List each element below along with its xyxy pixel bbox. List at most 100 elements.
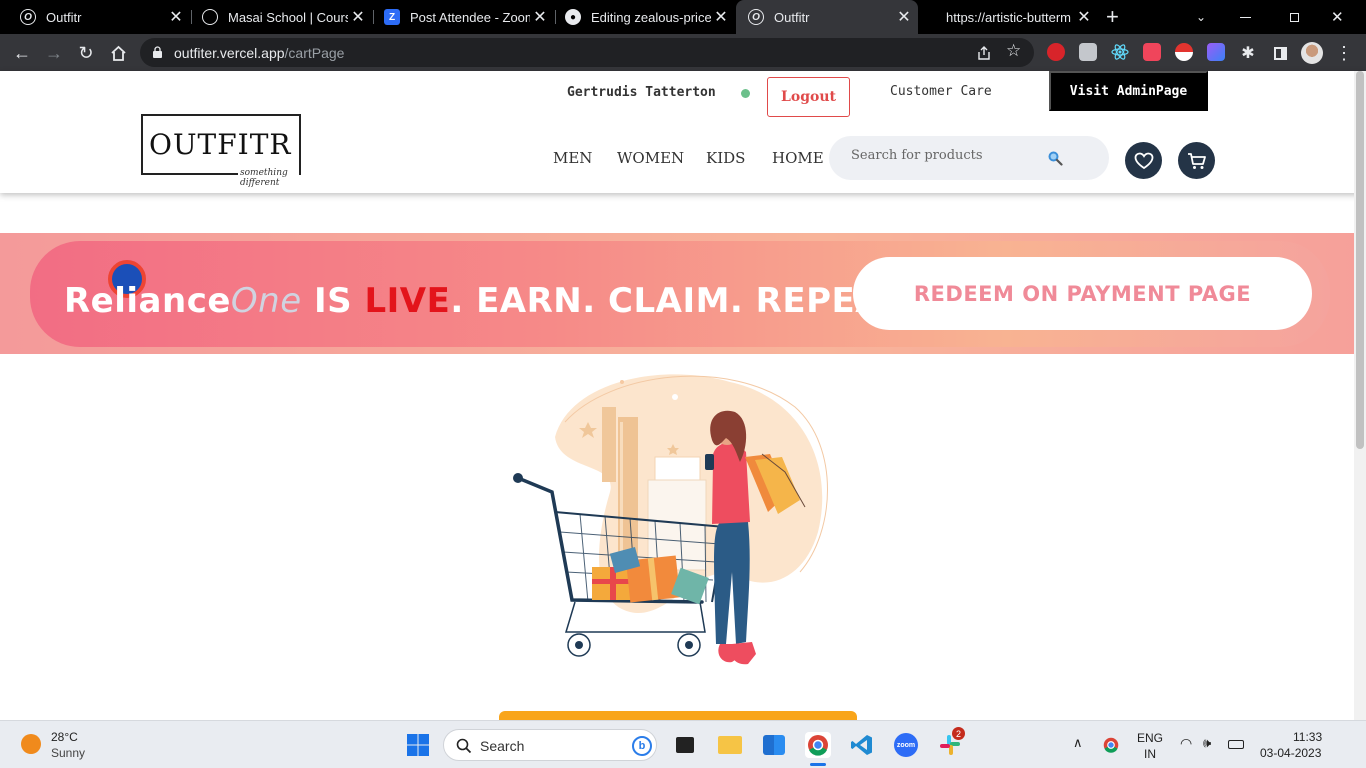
browser-menu-button[interactable]: ⋮ bbox=[1331, 40, 1357, 66]
weather-temperature[interactable]: 28°C bbox=[51, 730, 78, 744]
cart-button[interactable] bbox=[1178, 142, 1215, 179]
outfitr-favicon-icon: O bbox=[20, 9, 36, 25]
site-header: OUTFITR something different Gertrudis Ta… bbox=[0, 71, 1366, 193]
nav-link-kids[interactable]: KIDS bbox=[706, 149, 745, 167]
scrollbar-thumb[interactable] bbox=[1356, 71, 1364, 449]
wifi-icon[interactable]: ◠ bbox=[1180, 735, 1192, 752]
blank-favicon-icon bbox=[932, 9, 936, 25]
minimize-button[interactable] bbox=[1240, 0, 1260, 34]
extension-icon[interactable] bbox=[1079, 43, 1097, 61]
windows-taskbar: 28°C Sunny Search b zoom 2 ∧ ENG IN ◠ 🕪 … bbox=[0, 720, 1366, 768]
pokeball-extension-icon[interactable] bbox=[1175, 43, 1193, 61]
address-bar[interactable]: outfiter.vercel.app/cartPage ☆ bbox=[140, 38, 1034, 67]
user-name: Gertrudis Tatterton bbox=[567, 85, 716, 100]
product-search-box bbox=[829, 136, 1109, 180]
customer-care-link[interactable]: Customer Care bbox=[890, 84, 992, 99]
keyboard-language[interactable]: ENG bbox=[1137, 731, 1163, 745]
home-button[interactable] bbox=[105, 40, 131, 66]
logout-button[interactable]: Logout bbox=[767, 77, 850, 117]
new-tab-button[interactable]: + bbox=[1106, 0, 1132, 34]
side-panel-button[interactable] bbox=[1267, 40, 1293, 66]
chrome-icon bbox=[1103, 737, 1119, 753]
tab-artistic[interactable]: https://artistic-butterm ✕ bbox=[918, 0, 1098, 34]
banner-brand: Reliance bbox=[64, 281, 231, 321]
outfitr-logo[interactable]: OUTFITR something different bbox=[141, 114, 301, 188]
speaker-icon[interactable]: 🕪 bbox=[1203, 735, 1211, 751]
close-icon: ✕ bbox=[1331, 9, 1344, 26]
tab-masai-school[interactable]: Masai School | Course ✕ bbox=[182, 0, 372, 34]
battery-icon[interactable] bbox=[1228, 740, 1244, 749]
weather-description[interactable]: Sunny bbox=[51, 746, 85, 760]
vscode-taskbar-button[interactable] bbox=[849, 732, 875, 758]
extension-grid-icon[interactable] bbox=[1143, 43, 1161, 61]
color-picker-extension-icon[interactable] bbox=[1207, 43, 1225, 61]
visit-admin-page-button[interactable]: Visit AdminPage bbox=[1049, 71, 1208, 111]
search-icon bbox=[456, 738, 472, 754]
profile-button[interactable] bbox=[1299, 40, 1325, 66]
close-window-button[interactable]: ✕ bbox=[1331, 0, 1351, 34]
store-icon bbox=[763, 735, 785, 755]
keyboard-region[interactable]: IN bbox=[1144, 747, 1156, 761]
share-icon[interactable] bbox=[976, 45, 992, 61]
bing-icon: b bbox=[632, 736, 652, 756]
tab-outfitr-active[interactable]: O Outfitr ✕ bbox=[736, 0, 918, 34]
vscode-icon bbox=[851, 735, 872, 755]
close-tab-icon[interactable]: ✕ bbox=[711, 7, 731, 27]
chrome-active-indicator bbox=[810, 763, 826, 766]
tab-outfitr-1[interactable]: O Outfitr ✕ bbox=[0, 0, 190, 34]
weather-sun-icon[interactable] bbox=[21, 734, 41, 754]
wishlist-button[interactable] bbox=[1125, 142, 1162, 179]
tray-chrome-button[interactable] bbox=[1099, 732, 1123, 758]
zoom-taskbar-button[interactable]: zoom bbox=[893, 732, 919, 758]
clock-time[interactable]: 11:33 bbox=[1293, 730, 1322, 744]
taskbar-search-label: Search bbox=[480, 738, 525, 754]
restore-icon bbox=[1290, 12, 1299, 22]
taskbar-search-box[interactable]: Search b bbox=[443, 729, 657, 761]
url-host: outfiter.vercel.app bbox=[174, 45, 285, 61]
bookmark-star-icon[interactable]: ☆ bbox=[1006, 41, 1021, 61]
page-scrollbar[interactable] bbox=[1354, 71, 1366, 720]
url-path: /cartPage bbox=[284, 45, 345, 61]
tab-github[interactable]: ● Editing zealous-price- ✕ bbox=[545, 0, 735, 34]
minimize-icon bbox=[1240, 16, 1251, 18]
chrome-taskbar-button[interactable] bbox=[805, 732, 831, 758]
banner-text-live: LIVE bbox=[364, 281, 451, 321]
banner-text-is: IS bbox=[301, 281, 365, 321]
slack-taskbar-button[interactable]: 2 bbox=[937, 727, 965, 758]
react-devtools-icon[interactable] bbox=[1111, 43, 1129, 61]
extensions-button[interactable]: ✱ bbox=[1235, 40, 1261, 66]
chevron-down-icon: ⌄ bbox=[1196, 10, 1207, 24]
clock-date[interactable]: 03-04-2023 bbox=[1260, 746, 1321, 760]
browser-toolbar: ← → ↻ outfiter.vercel.app/cartPage ☆ ✱ ⋮ bbox=[0, 34, 1366, 71]
heart-icon bbox=[1134, 152, 1153, 169]
arrow-left-icon: ← bbox=[13, 42, 31, 63]
notification-badge: 2 bbox=[952, 727, 965, 740]
reload-icon: ↻ bbox=[78, 42, 94, 63]
microsoft-store-button[interactable] bbox=[761, 732, 787, 758]
lock-icon bbox=[153, 46, 162, 58]
restore-button[interactable] bbox=[1290, 0, 1310, 34]
arrow-right-icon: → bbox=[45, 42, 63, 63]
tab-title: Masai School | Course bbox=[228, 9, 348, 25]
adblock-extension-icon[interactable] bbox=[1047, 43, 1065, 61]
nav-link-men[interactable]: MEN bbox=[553, 149, 592, 167]
search-input[interactable] bbox=[851, 148, 1051, 163]
tab-zoom[interactable]: Z Post Attendee - Zoom ✕ bbox=[364, 0, 554, 34]
windows-start-button[interactable] bbox=[405, 732, 431, 758]
task-view-icon bbox=[676, 737, 694, 753]
logo-text: OUTFITR bbox=[149, 128, 292, 161]
search-icon[interactable] bbox=[1047, 150, 1063, 166]
nav-link-women[interactable]: WOMEN bbox=[617, 149, 684, 167]
plus-icon: + bbox=[1106, 4, 1119, 29]
task-view-button[interactable] bbox=[672, 732, 698, 758]
close-tab-icon[interactable]: ✕ bbox=[1074, 7, 1094, 27]
tab-search-button[interactable]: ⌄ bbox=[1196, 0, 1216, 34]
file-explorer-button[interactable] bbox=[717, 732, 743, 758]
back-button[interactable]: ← bbox=[9, 40, 35, 66]
nav-link-home[interactable]: HOME bbox=[772, 149, 824, 167]
promo-banner[interactable]: RelianceOne IS LIVE. EARN. CLAIM. REPEAT… bbox=[0, 233, 1366, 354]
forward-button[interactable]: → bbox=[41, 40, 67, 66]
close-tab-icon[interactable]: ✕ bbox=[894, 7, 914, 27]
reload-button[interactable]: ↻ bbox=[73, 40, 99, 66]
tray-overflow-chevron-icon[interactable]: ∧ bbox=[1073, 735, 1083, 751]
